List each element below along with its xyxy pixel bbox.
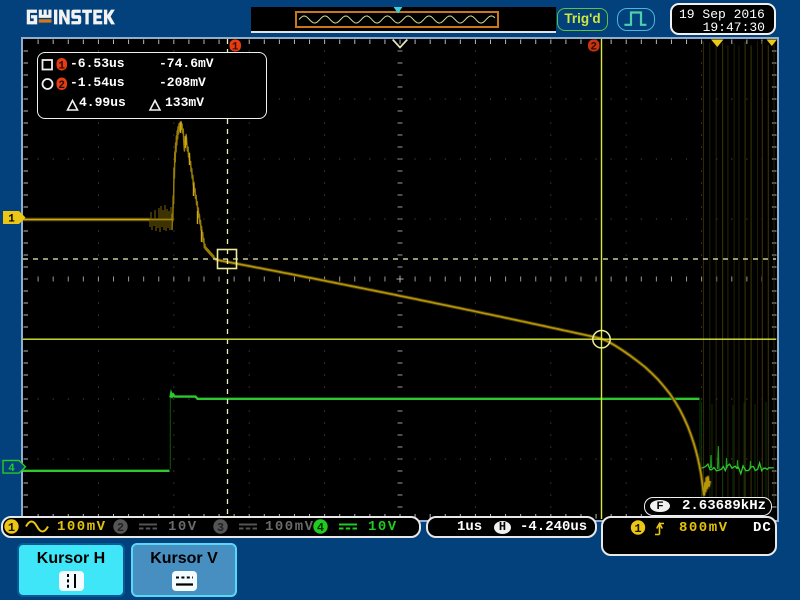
svg-text:4: 4 <box>8 463 15 475</box>
svg-text:2: 2 <box>58 80 65 92</box>
svg-text:4: 4 <box>317 521 324 535</box>
svg-text:1: 1 <box>8 521 15 535</box>
svg-text:1: 1 <box>8 214 15 226</box>
svg-text:1: 1 <box>58 61 65 73</box>
svg-text:1: 1 <box>634 522 641 536</box>
svg-text:2: 2 <box>117 521 124 535</box>
svg-text:3: 3 <box>217 521 224 535</box>
svg-text:2: 2 <box>590 42 597 54</box>
